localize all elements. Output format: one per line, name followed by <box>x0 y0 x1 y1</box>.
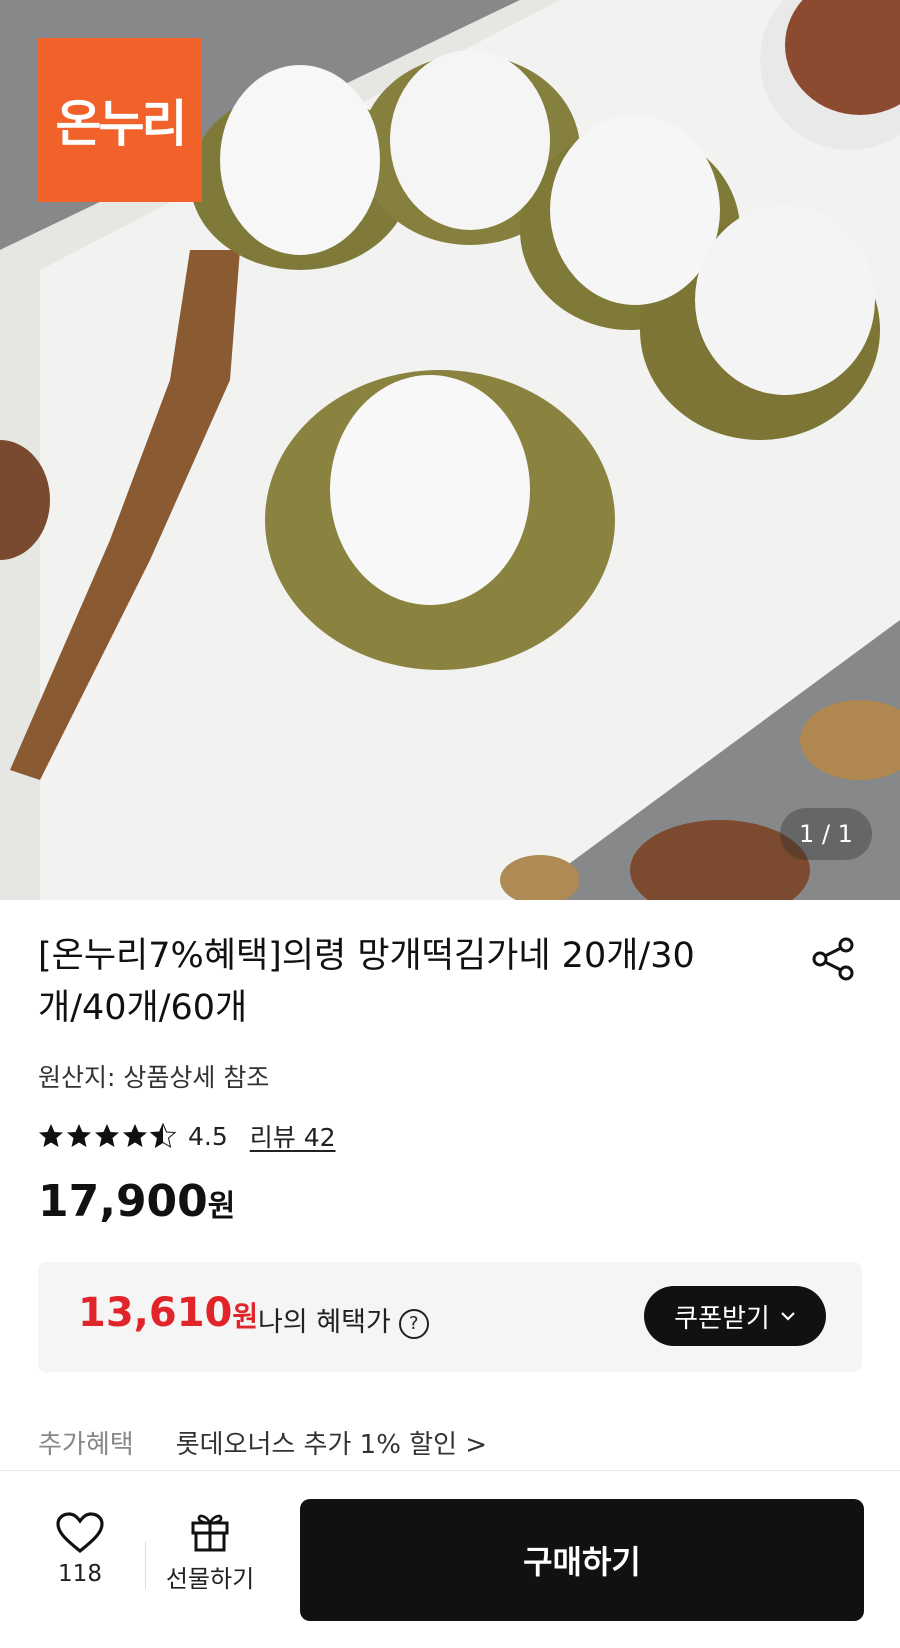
help-icon[interactable]: ? <box>398 1308 429 1339</box>
coupon-button-label: 쿠폰받기 <box>674 1303 770 1334</box>
gift-icon <box>191 1514 229 1552</box>
product-image[interactable]: 온누리 1 / 1 <box>0 0 900 900</box>
benefit-price-value: 13,610 <box>78 1290 233 1336</box>
origin-info: 원산지: 상품상세 참조 <box>38 1063 270 1092</box>
bottom-bar: 118 선물하기 구매하기 <box>0 1471 900 1648</box>
benefit-label: 나의 혜택가? <box>258 1300 429 1339</box>
like-count: 118 <box>58 1561 102 1587</box>
rating-value: 4.5 <box>188 1121 228 1151</box>
price-value: 17,900 <box>38 1176 208 1227</box>
share-icon[interactable] <box>810 936 856 982</box>
gift-label: 선물하기 <box>165 1565 255 1593</box>
star-icons <box>39 1123 176 1148</box>
product-title: [온누리7%혜택]의령 망개떡김가네 20개/30개/40개/60개 <box>38 936 695 1028</box>
chevron-down-icon <box>781 1312 795 1321</box>
benefit-price: 13,610원 <box>78 1290 258 1336</box>
benefit-label-text: 나의 혜택가 <box>258 1307 391 1338</box>
extra-benefit-value: 롯데오너스 추가 1% 할인 > <box>175 1430 488 1460</box>
onnuri-logo: 온누리 <box>38 38 202 202</box>
product-price: 17,900원 <box>38 1176 235 1227</box>
buy-button[interactable]: 구매하기 <box>300 1499 864 1621</box>
like-button[interactable]: 118 <box>50 1511 110 1587</box>
heart-icon <box>56 1512 104 1554</box>
extra-benefit-row[interactable]: 추가혜택 롯데오너스 추가 1% 할인 > <box>38 1424 487 1461</box>
image-counter: 1 / 1 <box>780 808 872 860</box>
rating-row: 4.5 리뷰 42 <box>38 1118 336 1154</box>
buy-button-label: 구매하기 <box>523 1543 641 1581</box>
separator <box>145 1541 146 1589</box>
benefit-price-unit: 원 <box>232 1300 259 1333</box>
benefit-box: 13,610원 나의 혜택가? 쿠폰받기 <box>38 1262 862 1372</box>
extra-benefit-label: 추가혜택 <box>38 1430 134 1460</box>
review-link[interactable]: 리뷰 42 <box>250 1118 336 1154</box>
gift-button[interactable]: 선물하기 <box>160 1509 260 1594</box>
logo-text: 온누리 <box>55 95 188 153</box>
rating-stars <box>38 1123 178 1149</box>
price-unit: 원 <box>207 1189 236 1224</box>
coupon-button[interactable]: 쿠폰받기 <box>644 1286 826 1346</box>
